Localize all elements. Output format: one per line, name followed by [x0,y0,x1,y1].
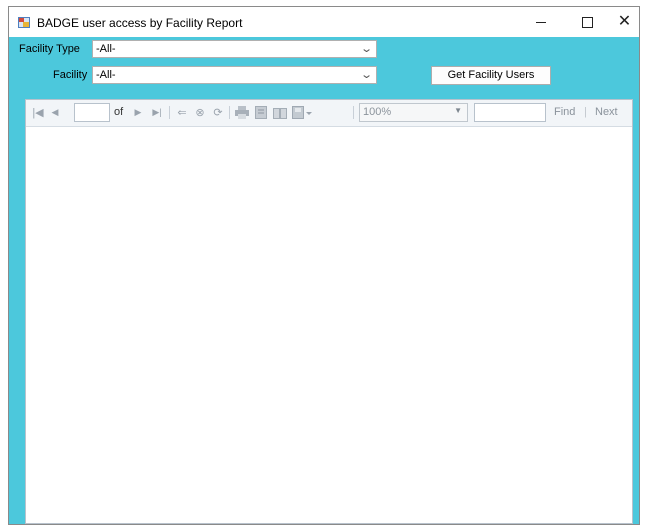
close-icon: ✕ [617,13,632,30]
chevron-down-icon: ⌄ [359,43,373,55]
maximize-button[interactable] [564,7,610,37]
chevron-down-icon: ▼ [454,106,462,115]
toolbar-divider [169,106,170,119]
refresh-icon[interactable]: ⟳ [211,104,225,121]
title-bar[interactable]: BADGE user access by Facility Report ✕ [9,7,639,37]
report-viewer[interactable]: |◀ ◀ of ▶ ▶| ⇐ ⊗ ⟳ 100% ▼ Find | Next [25,99,633,524]
page-number-input[interactable] [74,103,110,122]
report-window: BADGE user access by Facility Report ✕ F… [8,6,640,525]
stop-icon[interactable]: ⊗ [193,104,207,121]
print-icon[interactable] [234,104,250,121]
toolbar-divider [229,106,230,119]
report-toolbar: |◀ ◀ of ▶ ▶| ⇐ ⊗ ⟳ 100% ▼ Find | Next [26,100,632,127]
next-link[interactable]: Next [595,106,618,118]
facility-label: Facility [53,69,88,81]
page-of-label: of [114,106,124,118]
minimize-icon [536,21,546,23]
get-facility-users-button[interactable]: Get Facility Users [431,66,551,85]
facility-type-label: Facility Type [19,43,80,55]
chevron-down-icon: ⌄ [359,69,373,81]
export-icon[interactable] [291,104,313,121]
facility-type-value: -All- [96,43,116,55]
previous-page-icon[interactable]: ◀ [49,104,61,121]
zoom-value: 100% [363,106,392,118]
last-page-icon[interactable]: ▶| [150,104,164,121]
find-input[interactable] [474,103,546,122]
next-page-icon[interactable]: ▶ [132,104,144,121]
first-page-icon[interactable]: |◀ [31,104,45,121]
page-setup-icon[interactable] [272,104,288,121]
find-separator: | [584,106,587,118]
minimize-button[interactable] [518,7,564,37]
back-icon[interactable]: ⇐ [175,104,189,121]
facility-value: -All- [96,69,116,81]
toolbar-divider [353,106,354,119]
find-link[interactable]: Find [554,106,575,118]
app-icon [18,17,30,28]
close-button[interactable]: ✕ [610,7,639,37]
window-title: BADGE user access by Facility Report [37,16,243,30]
maximize-icon [581,16,593,28]
print-layout-icon[interactable] [253,104,269,121]
facility-select[interactable]: -All- ⌄ [92,66,377,84]
zoom-select[interactable]: 100% ▼ [359,103,468,122]
facility-type-select[interactable]: -All- ⌄ [92,40,377,58]
report-content-area[interactable] [26,127,632,523]
